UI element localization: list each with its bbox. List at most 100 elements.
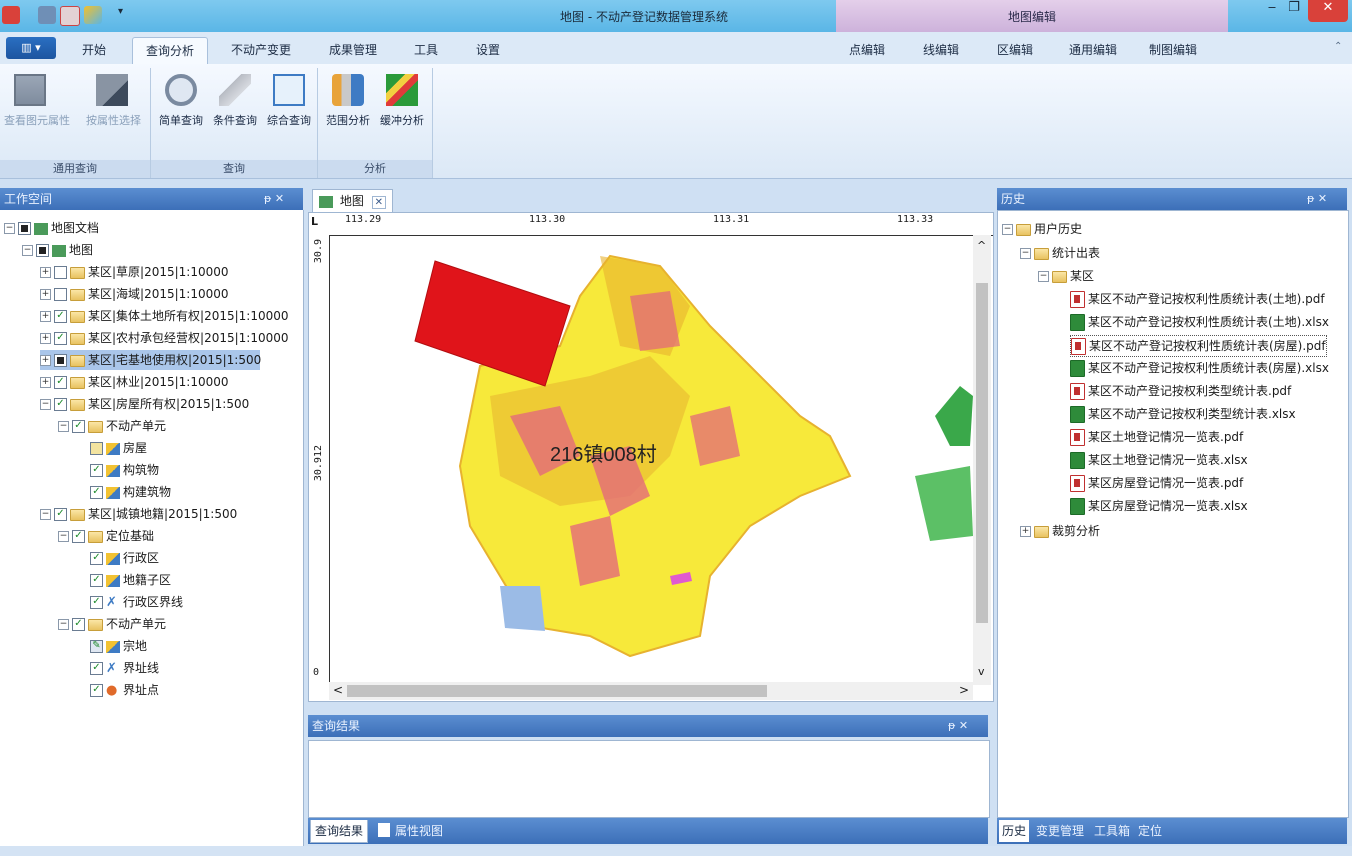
checkbox[interactable]: ✓ <box>72 618 85 631</box>
checkbox[interactable]: ✓ <box>90 552 103 565</box>
expand-icon[interactable]: + <box>40 267 51 278</box>
tab-point-edit[interactable]: 点编辑 <box>842 37 892 63</box>
horizontal-scrollbar[interactable]: < > <box>329 682 973 700</box>
wand-icon[interactable] <box>84 6 102 24</box>
checkbox[interactable] <box>90 442 103 455</box>
tab-area-edit[interactable]: 区编辑 <box>990 37 1040 63</box>
tree-node-layer-selected[interactable]: + 某区|宅基地使用权|2015|1:500 <box>40 350 261 370</box>
tree-node-layer[interactable]: ✓ ● 界址点 <box>90 680 159 700</box>
restore-button[interactable]: ❐ <box>1284 0 1304 22</box>
tab-map-document[interactable]: 地图 ✕ <box>312 189 394 212</box>
tree-node-layer[interactable]: − ✓ 某区|城镇地籍|2015|1:500 <box>40 504 237 524</box>
expand-icon[interactable]: + <box>40 355 51 366</box>
checkbox[interactable]: ✓ <box>90 574 103 587</box>
collapse-icon[interactable]: − <box>22 245 33 256</box>
history-file-item[interactable]: 某区不动产登记按权利类型统计表.pdf <box>1070 381 1291 401</box>
checkbox[interactable]: ✓ <box>90 596 103 609</box>
history-file-item[interactable]: 某区不动产登记按权利性质统计表(房屋).xlsx <box>1070 358 1329 378</box>
collapse-icon[interactable]: − <box>58 619 69 630</box>
history-file-item[interactable]: 某区不动产登记按权利性质统计表(土地).pdf <box>1070 289 1325 309</box>
close-button[interactable]: ✕ <box>1308 0 1348 22</box>
tab-start[interactable]: 开始 <box>74 37 114 63</box>
map-view[interactable]: L 113.29 113.30 113.31 113.33 30.9 30.91… <box>308 212 994 702</box>
tree-node-group[interactable]: − ✓ 定位基础 <box>58 526 154 546</box>
checkbox[interactable]: ✓ <box>54 376 67 389</box>
select-by-attribute-button[interactable]: 按属性选择 <box>86 72 141 140</box>
collapse-icon[interactable]: − <box>1002 224 1013 235</box>
tree-node-map-document[interactable]: − 地图文档 <box>4 218 99 238</box>
history-pin-close-icon[interactable]: ᵽ ✕ <box>1307 188 1327 210</box>
expand-icon[interactable]: + <box>40 311 51 322</box>
history-file-item[interactable]: 某区土地登记情况一览表.xlsx <box>1070 450 1248 470</box>
tree-node-group[interactable]: − ✓ 不动产单元 <box>58 614 166 634</box>
scroll-left-icon[interactable]: < <box>333 683 343 697</box>
tab-attribute-view[interactable]: 属性视图 <box>392 820 446 842</box>
checkbox[interactable]: ✓ <box>90 662 103 675</box>
condition-query-button[interactable]: 条件查询 <box>209 72 261 140</box>
checkbox[interactable]: ✓ <box>54 508 67 521</box>
simple-query-button[interactable]: 简单查询 <box>155 72 207 140</box>
buffer-analysis-button[interactable]: 缓冲分析 <box>376 72 428 140</box>
map-canvas[interactable]: 216镇008村 <box>330 236 973 682</box>
image-icon[interactable] <box>60 6 80 26</box>
collapse-icon[interactable]: − <box>1038 271 1049 282</box>
workspace-pin-close-icon[interactable]: ᵽ ✕ <box>264 188 284 210</box>
vertical-scrollbar[interactable]: ^ v <box>973 235 991 685</box>
tree-node-group[interactable]: − ✓ 不动产单元 <box>58 416 166 436</box>
history-file-item[interactable]: 某区房屋登记情况一览表.xlsx <box>1070 496 1248 516</box>
tab-query-results[interactable]: 查询结果 <box>310 820 369 843</box>
results-pin-close-icon[interactable]: ᵽ ✕ <box>948 715 968 737</box>
quick-access-dropdown-icon[interactable]: ▾ <box>118 6 128 24</box>
collapse-icon[interactable]: − <box>40 509 51 520</box>
comprehensive-query-button[interactable]: 综合查询 <box>263 72 315 140</box>
tab-tools[interactable]: 工具 <box>406 37 446 63</box>
tree-node-layer[interactable]: + ✓ 某区|林业|2015|1:10000 <box>40 372 229 392</box>
expand-icon[interactable]: + <box>40 377 51 388</box>
tab-results-management[interactable]: 成果管理 <box>322 37 384 63</box>
checkbox[interactable] <box>54 288 67 301</box>
checkbox[interactable]: ✓ <box>54 332 67 345</box>
checkbox[interactable] <box>54 266 67 279</box>
tree-node-user-history[interactable]: − 用户历史 <box>1002 219 1082 239</box>
checkbox[interactable]: ✓ <box>90 464 103 477</box>
collapse-icon[interactable]: − <box>58 421 69 432</box>
tab-locate[interactable]: 定位 <box>1135 820 1165 842</box>
tree-node-layer[interactable]: ✓ 地籍子区 <box>90 570 171 590</box>
tree-node-district[interactable]: − 某区 <box>1038 266 1094 286</box>
collapse-icon[interactable]: − <box>40 399 51 410</box>
app-menu-button[interactable]: ▥ ▾ <box>6 37 56 59</box>
ribbon-collapse-icon[interactable]: ⌃ <box>1334 41 1342 52</box>
checkbox[interactable]: ✓ <box>90 486 103 499</box>
tree-node-layer[interactable]: + ✓ 某区|农村承包经营权|2015|1:10000 <box>40 328 289 348</box>
expand-icon[interactable]: + <box>40 333 51 344</box>
vertical-scroll-thumb[interactable] <box>976 283 988 623</box>
scroll-up-icon[interactable]: ^ <box>977 239 986 252</box>
history-file-item[interactable]: 某区不动产登记按权利性质统计表(土地).xlsx <box>1070 312 1329 332</box>
horizontal-scroll-thumb[interactable] <box>347 685 767 697</box>
tree-node-layer[interactable]: ✓ 构建筑物 <box>90 482 171 502</box>
tab-cartography-edit[interactable]: 制图编辑 <box>1142 37 1204 63</box>
tree-node-layer[interactable]: + 某区|草原|2015|1:10000 <box>40 262 229 282</box>
collapse-icon[interactable]: − <box>4 223 15 234</box>
tree-node-layer[interactable]: ✎ 宗地 <box>90 636 147 656</box>
history-file-item[interactable]: 某区不动产登记按权利类型统计表.xlsx <box>1070 404 1296 424</box>
tree-node-layer[interactable]: + ✓ 某区|集体土地所有权|2015|1:10000 <box>40 306 289 326</box>
checkbox[interactable]: ✓ <box>54 310 67 323</box>
checkbox[interactable]: ✓ <box>90 684 103 697</box>
scroll-right-icon[interactable]: > <box>959 683 969 697</box>
collapse-icon[interactable]: − <box>1020 248 1031 259</box>
expand-icon[interactable]: + <box>1020 526 1031 537</box>
expand-icon[interactable]: + <box>40 289 51 300</box>
history-file-item[interactable]: 某区土地登记情况一览表.pdf <box>1070 427 1243 447</box>
tree-node-layer[interactable]: ✓ ✗ 行政区界线 <box>90 592 183 612</box>
tree-node-layer[interactable]: ✓ 行政区 <box>90 548 159 568</box>
checkbox[interactable]: ✎ <box>90 640 103 653</box>
tab-property-change[interactable]: 不动产变更 <box>224 37 298 63</box>
view-element-properties-button[interactable]: 查看图元属性 <box>4 72 70 140</box>
tree-node-layer[interactable]: ✓ 构筑物 <box>90 460 159 480</box>
tab-general-edit[interactable]: 通用编辑 <box>1062 37 1124 63</box>
minimize-button[interactable]: ‒ <box>1262 0 1282 22</box>
range-analysis-button[interactable]: 范围分析 <box>322 72 374 140</box>
tree-node-layer[interactable]: + 某区|海域|2015|1:10000 <box>40 284 229 304</box>
tree-node-layer[interactable]: ✓ ✗ 界址线 <box>90 658 159 678</box>
